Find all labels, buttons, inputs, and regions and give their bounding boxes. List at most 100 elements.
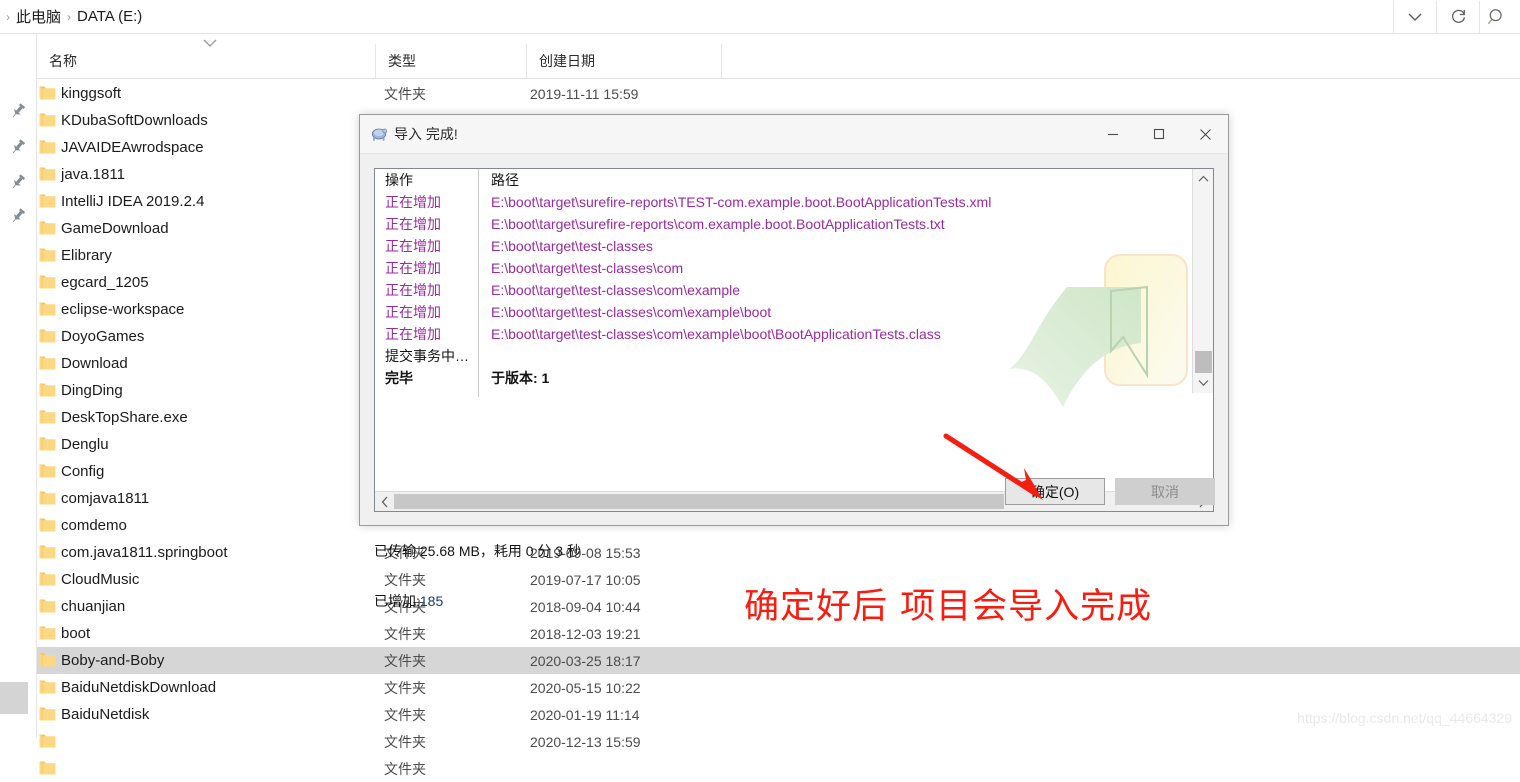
log-entry-action: 正在增加 [385,260,441,276]
folder-icon [39,626,56,640]
table-row[interactable]: BaiduNetdiskDownload 文件夹 2020-05-15 10:22 [37,674,1520,701]
log-entry-row[interactable]: 正在增加 E:\boot\target\test-classes [375,235,1193,257]
log-entry-path: E:\boot\target\test-classes\com\example\… [491,304,772,320]
file-date-cell: 2019-11-11 15:59 [530,85,639,102]
file-name-cell: Config [61,463,105,480]
file-name-cell: BaiduNetdisk [61,706,150,723]
log-entry-row[interactable]: 完毕 于版本: 1 [375,367,1193,389]
log-entry-row[interactable]: 正在增加 E:\boot\target\test-classes\com [375,257,1193,279]
table-row[interactable]: kinggsoft 文件夹 2019-11-11 15:59 [37,80,1520,107]
folder-icon [39,221,56,235]
log-entry-action: 正在增加 [385,216,441,232]
log-entry-path: E:\boot\target\test-classes [491,238,653,254]
annotation-note-text: 确定好后 项目会导入完成 [744,587,1153,627]
file-name-cell: BaiduNetdiskDownload [61,679,217,696]
file-type-cell: 文件夹 [384,760,426,777]
log-entry-action: 正在增加 [385,304,441,320]
file-name-cell: Elibrary [61,247,112,264]
search-icon [1488,8,1502,24]
file-date-cell: 2018-09-04 10:44 [530,598,641,615]
log-entry-path: 于版本: 1 [491,370,550,386]
file-name-cell: KDubaSoftDownloads [61,112,208,129]
scroll-up-button[interactable] [1193,170,1213,188]
refresh-button[interactable] [1436,0,1480,33]
folder-icon [39,167,56,181]
maximize-icon [1153,128,1165,140]
file-name-cell: com.java1811.springboot [61,544,228,561]
column-header-type[interactable]: 类型 [375,44,517,78]
minimize-button[interactable] [1090,115,1136,153]
log-entry-row[interactable]: 正在增加 E:\boot\target\test-classes\com\exam… [375,323,1193,345]
log-vertical-scrollbar[interactable] [1192,169,1213,393]
log-entry-action: 正在增加 [385,282,441,298]
table-row[interactable]: 文件夹 2020-12-13 15:59 [37,728,1520,755]
maximize-button[interactable] [1136,115,1182,153]
folder-icon [39,140,56,154]
log-entry-action: 正在增加 [385,194,441,210]
search-box[interactable] [1480,1,1520,33]
pin-icon-glyph [12,174,26,189]
pin-icon[interactable] [9,102,27,120]
folder-icon [39,734,56,748]
file-name-cell: GameDownload [61,220,169,237]
close-button[interactable] [1182,115,1228,153]
table-row[interactable]: com.java1811.springboot 文件夹 2019-09-08 15:… [37,539,1520,566]
cancel-button: 取消 [1115,478,1215,505]
scroll-down-button[interactable] [1193,374,1213,392]
log-list[interactable]: 操作 路径 正在增加 E:\boot\target\surefire-report… [374,168,1214,512]
folder-icon [39,383,56,397]
breadcrumb-item-data-drive[interactable]: DATA (E:) [77,8,142,25]
log-entry-row[interactable]: 正在增加 E:\boot\target\surefire-reports\com.… [375,213,1193,235]
file-date-cell: 2020-05-15 10:22 [530,679,641,696]
column-header-name[interactable]: 名称 [37,44,368,78]
pin-icon[interactable] [9,207,27,225]
pin-icon[interactable] [9,138,27,156]
folder-icon [39,437,56,451]
added-count-value: 185 [419,593,444,609]
svn-import-dialog: 导入 完成! 操作 路径 正在增加 E:\boot\target\surefir… [359,114,1229,609]
breadcrumb-item-this-pc[interactable]: 此电脑 [16,6,61,27]
file-name-cell: DingDing [61,382,123,399]
pin-icon[interactable] [9,173,27,191]
table-row[interactable]: Boby-and-Boby 文件夹 2020-03-25 18:17 [37,647,1520,674]
scroll-left-button[interactable] [376,492,394,511]
quick-access-rail [0,34,37,738]
folder-icon [39,113,56,127]
file-name-cell: IntelliJ IDEA 2019.2.4 [61,193,205,210]
log-entry-row[interactable]: 提交事务中… [375,345,1193,367]
table-row[interactable]: 文件夹 [37,755,1520,782]
file-type-cell: 文件夹 [384,625,426,642]
dialog-title-bar[interactable]: 导入 完成! [360,115,1228,154]
log-header-row: 操作 路径 [375,169,1193,191]
column-header-date[interactable]: 创建日期 [526,44,726,78]
file-type-cell: 文件夹 [384,733,426,750]
folder-icon [39,761,56,775]
column-header-date-label: 创建日期 [539,53,595,69]
dialog-title-text: 导入 完成! [394,126,458,142]
folder-icon [39,518,56,532]
ok-button[interactable]: 确定(O) [1005,478,1105,505]
folder-icon [39,356,56,370]
file-type-cell: 文件夹 [384,706,426,723]
folder-icon [39,194,56,208]
log-entry-row[interactable]: 正在增加 E:\boot\target\test-classes\com\exam… [375,301,1193,323]
history-dropdown-button[interactable] [1393,0,1436,33]
column-header-row: 名称 类型 创建日期 [37,44,1520,79]
file-name-cell: java.1811 [61,166,125,183]
folder-icon [39,653,56,667]
folder-icon [39,707,56,721]
scroll-thumb-vertical[interactable] [1195,351,1212,373]
log-entry-action: 完毕 [385,370,413,386]
file-name-cell: egcard_1205 [61,274,149,291]
scroll-thumb-horizontal[interactable] [394,494,1004,509]
log-entry-row[interactable]: 正在增加 E:\boot\target\test-classes\com\exam… [375,279,1193,301]
transfer-status-text: 已传输 25.68 MB，耗用 0 分 3 秒 [374,543,581,559]
column-header-type-label: 类型 [388,53,416,69]
file-name-cell: boot [61,625,91,642]
file-type-cell: 文件夹 [384,679,426,696]
file-date-cell: 2019-07-17 10:05 [530,571,641,588]
log-entry-action: 正在增加 [385,238,441,254]
close-icon [1199,128,1211,140]
file-name-cell: DoyoGames [61,328,145,345]
log-entry-row[interactable]: 正在增加 E:\boot\target\surefire-reports\TEST… [375,191,1193,213]
